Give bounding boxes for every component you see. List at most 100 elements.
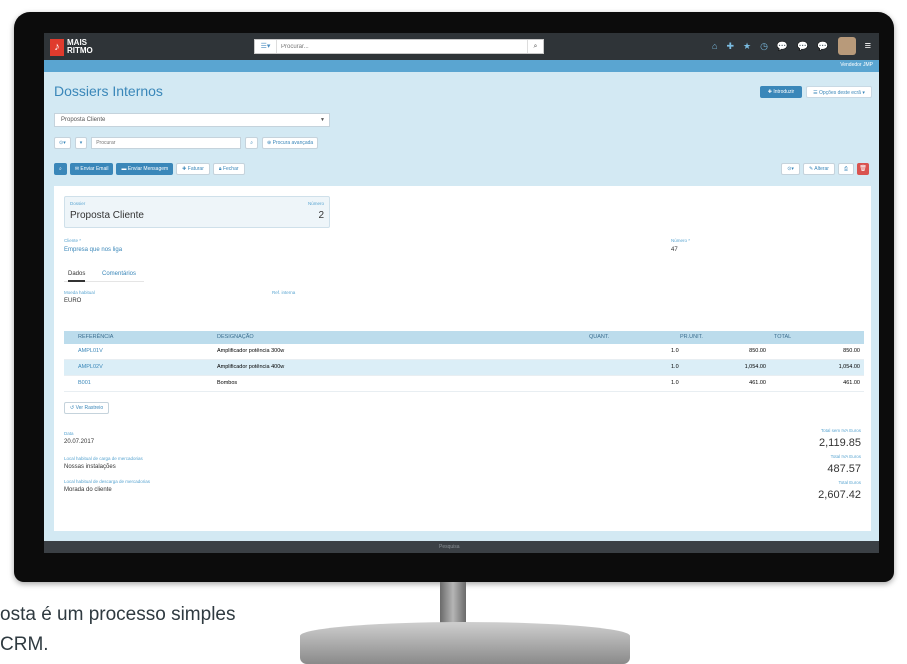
header-quant[interactable]: QUANT. <box>589 334 609 340</box>
logo-line2: RITMO <box>67 46 93 55</box>
caret-down-icon: ▾ <box>860 90 865 96</box>
top-navbar: ♪ MAIS RITMO ☰▾ ⌕ ⌂ ✚ ★ ◷ 💬 💬 💬 <box>44 33 879 60</box>
carga-label: Local habitual de carga de mercadorias <box>64 456 143 461</box>
notifications-icon[interactable]: 💬 <box>817 41 828 52</box>
print-button[interactable]: ⎙ <box>837 163 854 175</box>
total-iva-label: Total IVA Euros <box>830 454 861 459</box>
faturar-button[interactable]: ✚ Faturar <box>176 163 210 175</box>
user-name[interactable]: Vendedor JMP <box>840 62 873 68</box>
list-menu-icon[interactable]: ☰▾ <box>255 40 277 53</box>
filter-dropdown-button[interactable]: ▾ <box>74 137 88 149</box>
home-icon[interactable]: ⌂ <box>712 41 717 51</box>
global-search-input[interactable] <box>277 40 527 53</box>
carga-value: Nossas instalações <box>64 464 116 470</box>
dossier-value: Proposta Cliente <box>70 210 144 221</box>
total-label: Total Euros <box>838 480 861 485</box>
introduzir-label: Introduzir <box>773 89 795 95</box>
dossier-label: Dossier <box>70 201 86 206</box>
ver-rastreio-label: Ver Rastreio <box>75 405 104 411</box>
opcoes-label: Opções deste ecrã <box>819 90 861 96</box>
enviar-mensagem-label: Enviar Mensagem <box>127 166 169 172</box>
table-row[interactable]: B001 Bombos 1.0 461.00 461.00 <box>64 376 864 392</box>
bottom-bar-text: Pesquisa <box>439 544 460 550</box>
search-button[interactable]: ⌕ <box>245 137 259 149</box>
zoom-button[interactable]: ⌕ <box>54 163 67 175</box>
moeda-label: Moeda habitual <box>64 290 95 295</box>
cliente-label: Cliente * <box>64 238 82 243</box>
document-panel: Dossier Proposta Cliente Número 2 Client… <box>54 186 871 531</box>
ref-interna-label: Ref. interna <box>272 290 296 295</box>
star-icon[interactable]: ★ <box>743 41 751 52</box>
ver-rastreio-button[interactable]: ↺ Ver Rastreio <box>64 402 110 414</box>
monitor-foot <box>300 622 630 664</box>
enviar-email-label: Enviar Email <box>80 166 109 172</box>
monitor-screen: ♪ MAIS RITMO ☰▾ ⌕ ⌂ ✚ ★ ◷ 💬 💬 💬 <box>44 33 879 553</box>
descarga-label: Local habitual de descarga de mercadoria… <box>64 479 151 484</box>
search-row: ⊙▾ ▾ ⌕ ⊕ Procura avançada <box>54 137 319 149</box>
tab-comentarios[interactable]: Comentários <box>102 271 136 277</box>
logo-text: MAIS RITMO <box>67 39 93 55</box>
avatar[interactable] <box>837 37 856 55</box>
record-actions: ⊙▾ ✎ Alterar ⎙ 🗑︎ <box>781 163 869 175</box>
document-type-select[interactable]: Proposta Cliente ▼ <box>54 113 330 127</box>
introduzir-button[interactable]: ✚ Introduzir <box>760 86 802 98</box>
app-logo[interactable]: ♪ MAIS RITMO <box>50 38 93 56</box>
hamburger-menu-icon[interactable]: ≡ <box>865 40 871 52</box>
row-ref[interactable]: AMPL01V <box>78 348 103 354</box>
fechar-button[interactable]: 🔒︎ Fechar <box>212 163 245 175</box>
advanced-search-button[interactable]: ⊕ Procura avançada <box>262 137 319 149</box>
total-sem-iva-value: 2,119.85 <box>818 437 861 449</box>
total-iva-value: 487.57 <box>827 463 861 475</box>
row-quant: 1.0 <box>671 380 679 386</box>
messages-icon[interactable]: 💬 <box>797 41 808 52</box>
row-prunit: 850.00 <box>749 348 766 354</box>
caption-line2: CRM. <box>0 634 49 655</box>
search-icon[interactable]: ⌕ <box>527 40 543 53</box>
row-quant: 1.0 <box>671 364 679 370</box>
search-input[interactable] <box>91 137 242 149</box>
row-prunit: 461.00 <box>749 380 766 386</box>
filter-options-button[interactable]: ⊙▾ <box>54 137 71 149</box>
row-total: 850.00 <box>843 348 860 354</box>
header-designacao[interactable]: DESIGNAÇÃO <box>217 334 254 340</box>
header-total[interactable]: TOTAL <box>774 334 791 340</box>
stage: ♪ MAIS RITMO ☰▾ ⌕ ⌂ ✚ ★ ◷ 💬 💬 💬 <box>0 0 907 664</box>
tab-dados[interactable]: Dados <box>68 271 86 282</box>
enviar-email-button[interactable]: ✉ Enviar Email <box>69 163 114 175</box>
fechar-label: Fechar <box>222 166 239 172</box>
chat-icon[interactable]: 💬 <box>777 41 788 52</box>
table-row[interactable]: AMPL01V Amplificador potência 300w 1.0 8… <box>64 344 864 360</box>
top-icons: ⌂ ✚ ★ ◷ 💬 💬 💬 ≡ <box>712 37 871 55</box>
row-prunit: 1,054.00 <box>744 364 766 370</box>
row-ref[interactable]: AMPL02V <box>78 364 103 370</box>
numero-label: Número <box>307 201 324 206</box>
table-row[interactable]: AMPL02V Amplificador potência 400w 1.0 1… <box>64 360 864 376</box>
music-note-icon: ♪ <box>50 38 64 56</box>
bottom-bar: Pesquisa <box>44 541 879 553</box>
table-header: REFERÊNCIA DESIGNAÇÃO QUANT. PR.UNIT. TO… <box>64 331 864 344</box>
enviar-mensagem-button[interactable]: ▬ Enviar Mensagem <box>116 163 174 175</box>
page-title: Dossiers Internos <box>54 83 163 99</box>
row-total: 461.00 <box>843 380 860 386</box>
delete-button[interactable]: 🗑︎ <box>857 163 869 175</box>
plus-icon[interactable]: ✚ <box>726 41 734 52</box>
global-search: ☰▾ ⌕ <box>254 39 544 54</box>
action-toolbar: ⌕ ✉ Enviar Email ▬ Enviar Mensagem ✚ Fat… <box>54 163 245 175</box>
descarga-value: Morada do cliente <box>64 487 112 493</box>
header-prunit[interactable]: PR.UNIT. <box>680 334 703 340</box>
options-gear-button[interactable]: ⊙▾ <box>781 163 800 175</box>
row-quant: 1.0 <box>671 348 679 354</box>
items-table: REFERÊNCIA DESIGNAÇÃO QUANT. PR.UNIT. TO… <box>64 331 864 392</box>
clock-icon[interactable]: ◷ <box>760 41 768 52</box>
moeda-value: EURO <box>64 298 82 304</box>
header-referencia[interactable]: REFERÊNCIA <box>78 334 113 340</box>
row-ref[interactable]: B001 <box>78 380 91 386</box>
opcoes-button[interactable]: ☰ Opções deste ecrã ▾ <box>806 86 872 98</box>
alterar-button[interactable]: ✎ Alterar <box>802 163 835 175</box>
row-designacao: Amplificador potência 400w <box>217 364 285 370</box>
document-type-value: Proposta Cliente <box>61 117 106 123</box>
cliente-value[interactable]: Empresa que nos liga <box>64 247 122 253</box>
tabs: Dados Comentários <box>64 268 144 282</box>
row-total: 1,054.00 <box>838 364 860 370</box>
row-designacao: Amplificador potência 300w <box>217 348 285 354</box>
